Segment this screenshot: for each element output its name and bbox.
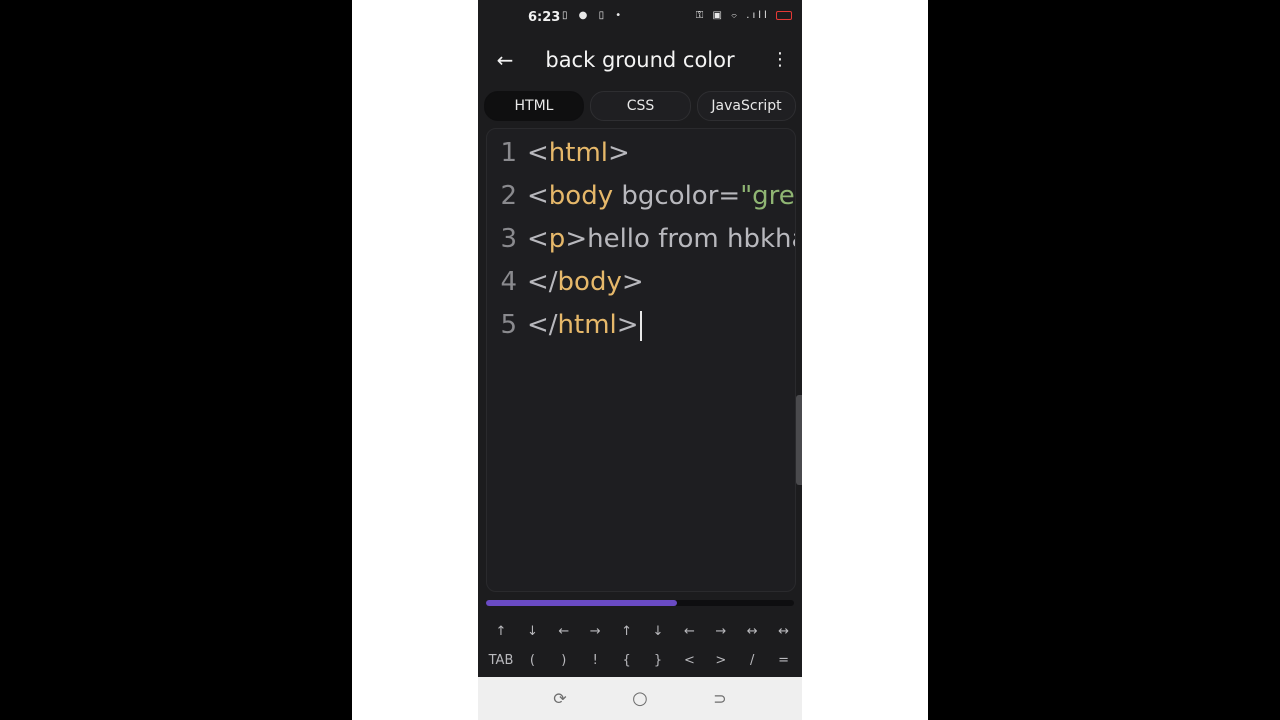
extra-keys-symbols: TAB()!{} < > / = <box>478 647 802 675</box>
status-bar: 6:23 ▯ ● ▯ • ⚿ ▣ ⌔ .ıll <box>478 0 802 36</box>
page-title: back ground color <box>545 48 735 72</box>
code-token: > <box>608 138 630 168</box>
scroll-handle[interactable] <box>796 395 802 485</box>
extra-key[interactable]: TAB <box>485 647 517 675</box>
code-token: > <box>616 310 639 340</box>
code-token: < <box>527 224 549 254</box>
extra-key[interactable]: ← <box>673 618 705 646</box>
extra-keys-arrows: ↑ ↓ ← → ↑ ↓ ← → ↔ ↔ <box>478 618 802 646</box>
code-token: body <box>557 267 622 297</box>
code-text: </body> <box>527 262 644 302</box>
extra-key[interactable]: ↑ <box>485 618 517 646</box>
code-text: <p>hello from hbkha <box>527 219 796 259</box>
left-white-panel <box>352 0 478 720</box>
navigation-bar: ⟳ ○ ⊃ <box>478 677 802 720</box>
code-token: p <box>548 224 566 254</box>
code-editor[interactable]: 1<html>2<body bgcolor="gree3<p>hello fro… <box>486 128 796 592</box>
extra-key[interactable]: ↔ <box>736 618 768 646</box>
recents-icon[interactable]: ⟳ <box>546 685 574 713</box>
extra-key[interactable]: ) <box>548 647 580 675</box>
code-line[interactable]: 1 <html> <box>487 133 795 173</box>
status-time: 6:23 <box>528 10 561 25</box>
extra-key[interactable]: → <box>705 618 737 646</box>
code-token: < <box>527 138 549 168</box>
code-token: html <box>548 138 609 168</box>
tab-javascript[interactable]: JavaScript <box>697 91 796 121</box>
code-token: html <box>557 310 617 340</box>
extra-key[interactable]: } <box>642 647 674 675</box>
extra-key[interactable]: ! <box>579 647 611 675</box>
code-token: >hello from hbkha <box>565 224 796 254</box>
code-line[interactable]: 3 <p>hello from hbkha <box>487 219 796 259</box>
extra-key[interactable]: ← <box>548 618 580 646</box>
notification-icons: ▯ ● ▯ • <box>562 10 626 21</box>
battery-icon <box>776 10 792 20</box>
extra-key[interactable]: / <box>736 647 768 675</box>
code-token: bgcolor= <box>613 181 741 211</box>
language-tabs: HTML CSS JavaScript <box>484 91 796 121</box>
code-line[interactable]: 2 <body bgcolor="gree <box>487 176 795 216</box>
code-token: </ <box>527 310 558 340</box>
system-status-icons: ⚿ ▣ ⌔ .ıll <box>696 10 792 21</box>
extra-key[interactable]: ( <box>516 647 548 675</box>
tab-css[interactable]: CSS <box>590 91 691 121</box>
text-cursor <box>639 310 642 341</box>
extra-key[interactable]: { <box>611 647 643 675</box>
extra-key[interactable]: > <box>705 647 737 675</box>
code-token: </ <box>527 267 558 297</box>
extra-key[interactable]: ↔ <box>768 618 800 646</box>
extra-key[interactable]: → <box>579 618 611 646</box>
extra-key[interactable]: ↓ <box>516 618 548 646</box>
extra-key[interactable]: < <box>673 647 705 675</box>
code-line[interactable]: 4 </body> <box>487 262 795 302</box>
progress-fill <box>486 600 677 606</box>
line-number: 2 <box>500 181 517 211</box>
line-number: 3 <box>500 224 517 254</box>
code-token: body <box>548 181 614 211</box>
line-number: 4 <box>500 267 517 297</box>
nav-back-icon[interactable]: ⊃ <box>706 685 734 713</box>
code-text: <html> <box>527 133 630 173</box>
app-bar: ← back ground color ⋮ <box>478 36 802 86</box>
code-text: </html> <box>527 305 642 345</box>
right-white-panel <box>802 0 928 720</box>
code-token: > <box>621 267 644 297</box>
tab-html[interactable]: HTML <box>484 91 584 121</box>
more-options-icon[interactable]: ⋮ <box>770 46 790 74</box>
extra-key[interactable]: ↓ <box>642 618 674 646</box>
line-number: 1 <box>500 138 517 168</box>
code-token: "gree <box>740 181 795 211</box>
extra-key[interactable]: ↑ <box>611 618 643 646</box>
progress-bar <box>486 600 794 606</box>
status-icons-text: ⚿ ▣ ⌔ .ıll <box>695 10 770 21</box>
code-line[interactable]: 5 </html> <box>487 305 795 345</box>
extra-key[interactable]: = <box>768 647 800 675</box>
code-text: <body bgcolor="gree <box>527 176 795 216</box>
home-icon[interactable]: ○ <box>626 685 654 713</box>
code-token: < <box>527 181 549 211</box>
line-number: 5 <box>500 310 517 340</box>
phone-screen: 6:23 ▯ ● ▯ • ⚿ ▣ ⌔ .ıll ← back ground co… <box>478 0 802 720</box>
